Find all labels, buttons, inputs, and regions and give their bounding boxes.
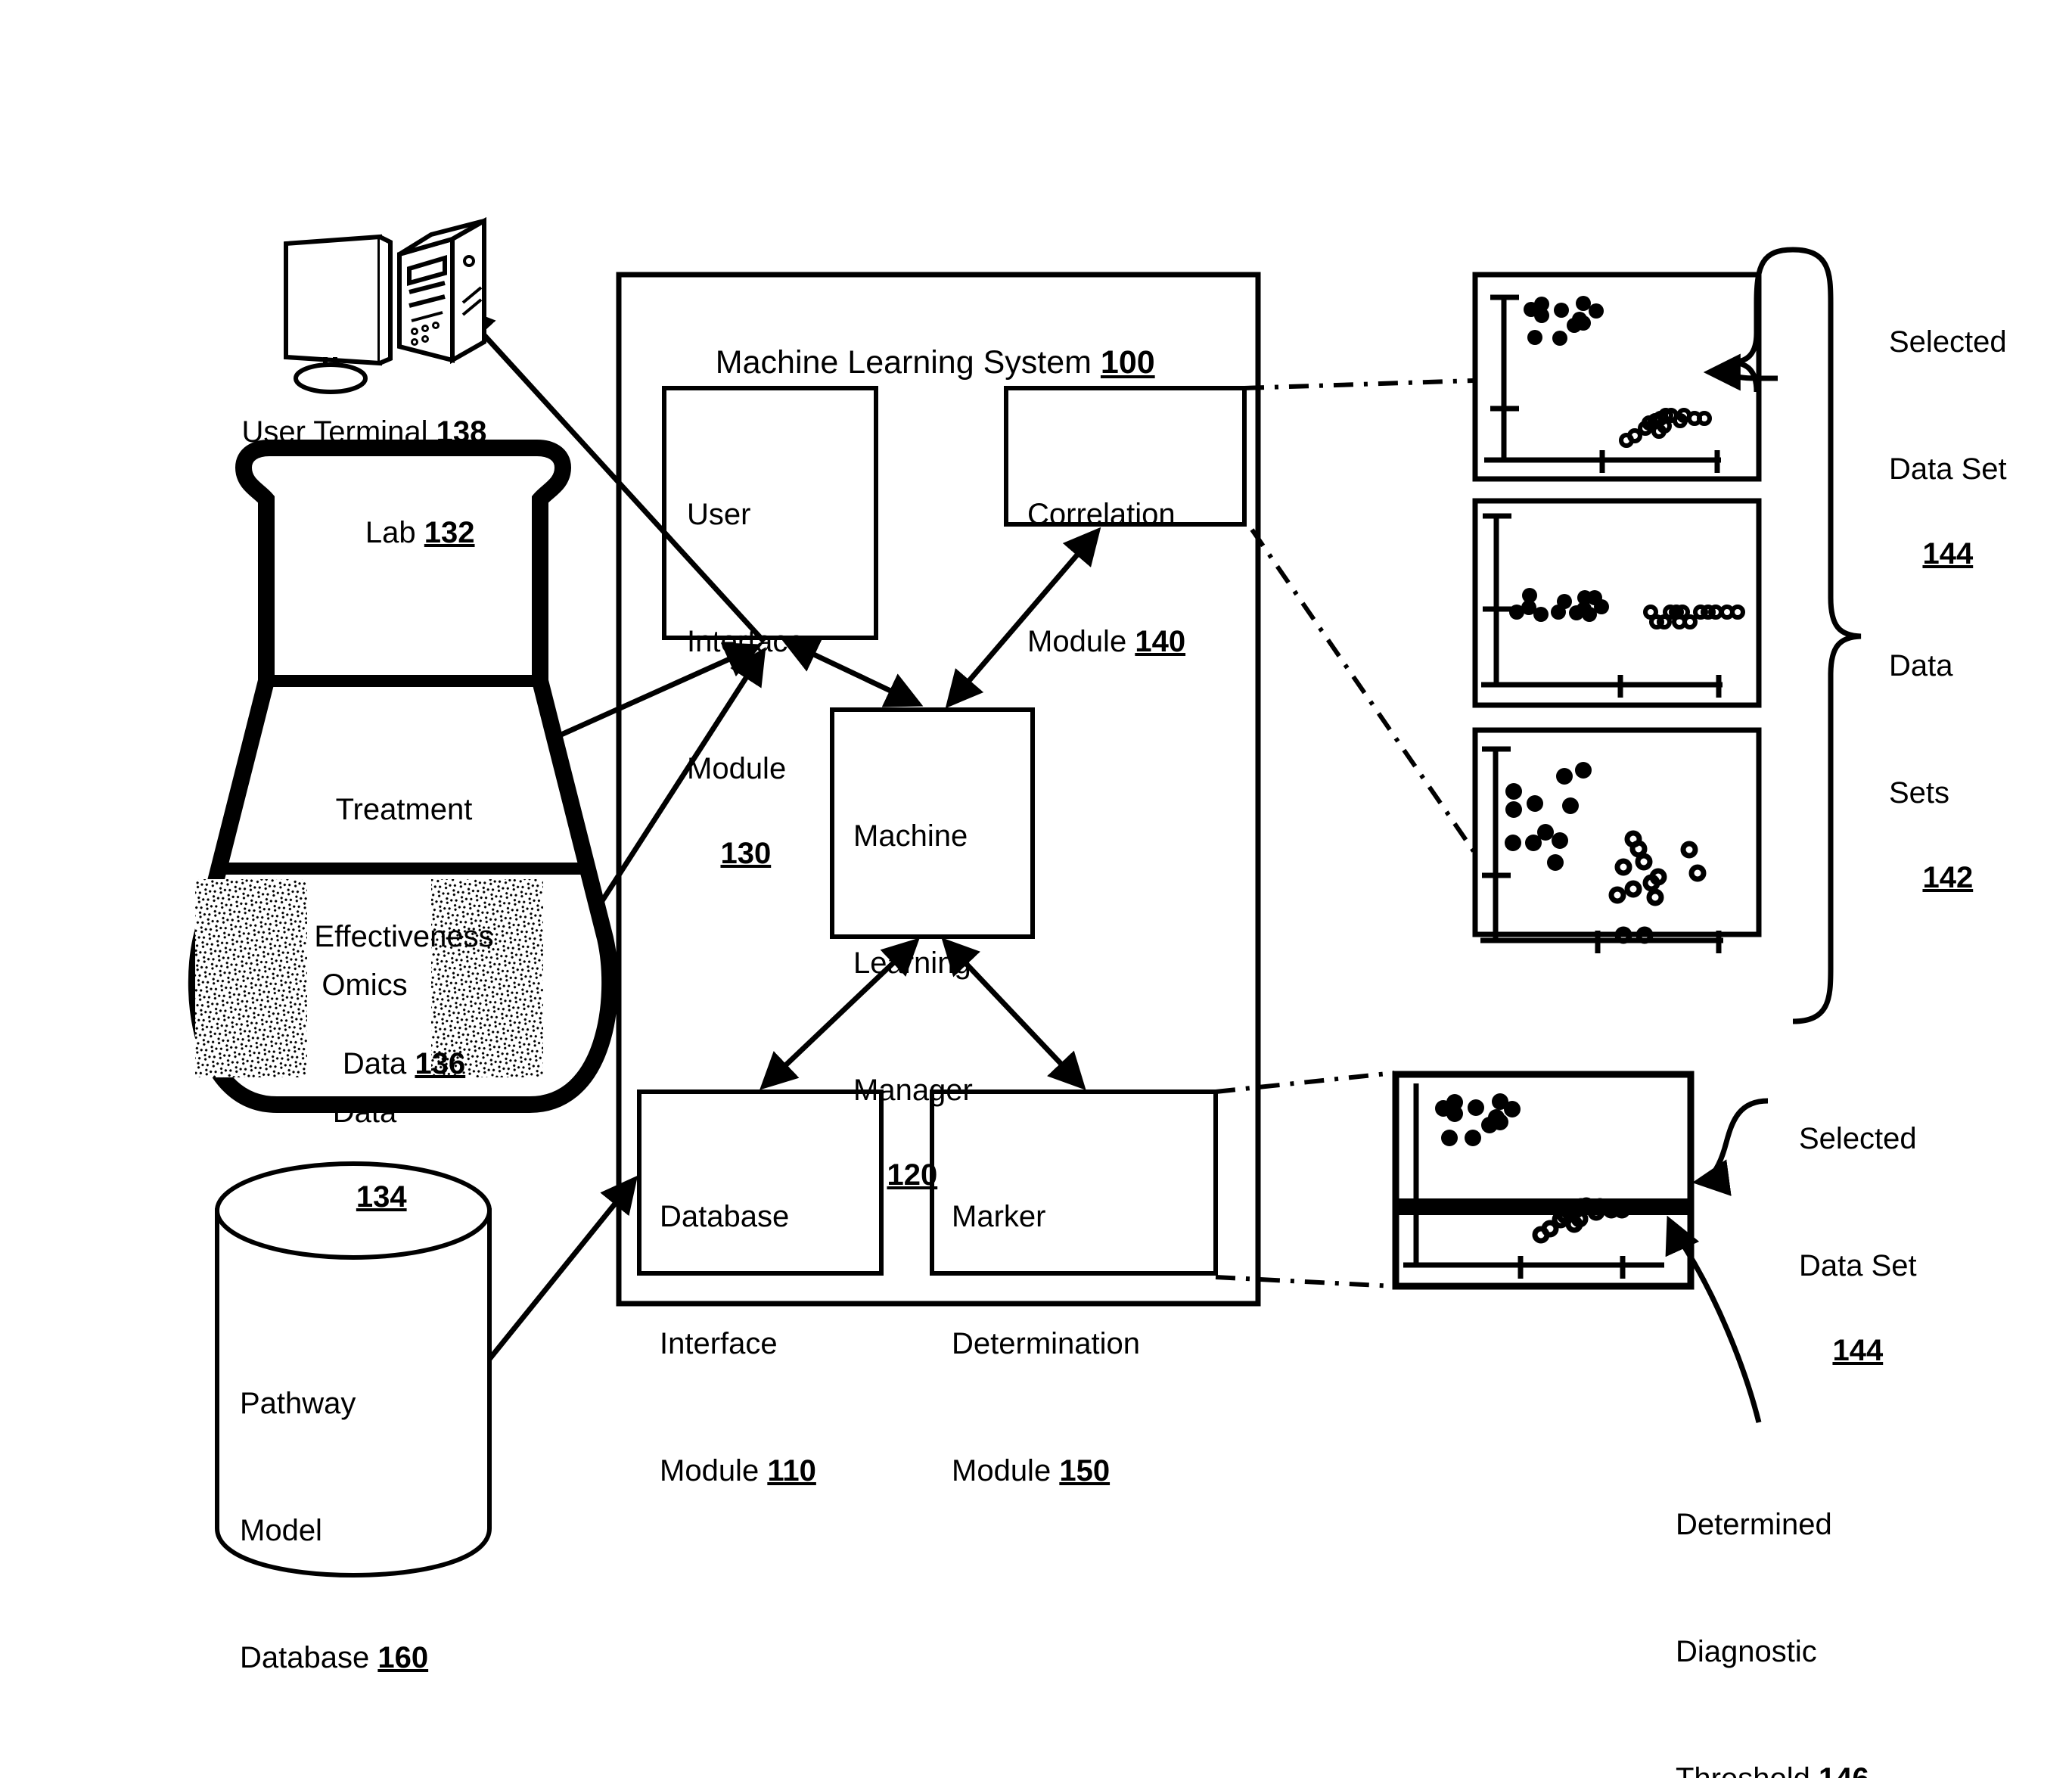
- user-terminal-text: User Terminal: [241, 415, 428, 449]
- omics-line1: Omics: [322, 968, 408, 1002]
- sds-bot-line2: Data Set: [1799, 1249, 1917, 1282]
- mlm-line2: Learning: [853, 947, 971, 980]
- ds-ref: 142: [1922, 861, 1974, 894]
- sds-top-line1: Selected: [1889, 325, 2007, 359]
- system-title-text: Machine Learning System: [715, 344, 1092, 381]
- mdm-line2: Determination: [952, 1327, 1141, 1360]
- pathway-model-database-label: Pathway Model Database 160: [240, 1298, 428, 1764]
- arrow-pathway-db-to-dbim: [482, 1175, 638, 1368]
- connector-corr-to-plot3: [1250, 528, 1476, 853]
- ds-line1: Data: [1889, 649, 1953, 682]
- pmd-line1: Pathway: [240, 1387, 356, 1420]
- lab-label: Lab 132: [266, 469, 540, 596]
- omics-ref: 134: [356, 1180, 407, 1214]
- ted-line1: Treatment: [335, 793, 473, 826]
- mlm-ref: 120: [887, 1158, 938, 1192]
- pmd-line3: Database: [240, 1641, 370, 1674]
- omics-data-label: Omics Data 134: [289, 879, 440, 1260]
- ddt-line2: Diagnostic: [1676, 1635, 1817, 1668]
- callout-selected-data-set-bottom: Selected Data Set 144: [1799, 1033, 1917, 1414]
- database-interface-module-label: Database Interface Module 110: [660, 1111, 816, 1577]
- mdm-line3-wrap: Module 150: [952, 1450, 1140, 1492]
- lab-text: Lab: [365, 516, 416, 549]
- arrow-uim-mlm: [781, 638, 924, 707]
- data-set-plot-2[interactable]: [1472, 498, 1762, 708]
- pmd-ref: 160: [377, 1641, 429, 1674]
- connector-corr-to-plot1: [1244, 378, 1474, 390]
- corr-ref: 140: [1135, 625, 1186, 658]
- connector-mdm-to-selplot-top: [1215, 1071, 1395, 1094]
- corr-line2-wrap: Module 140: [1027, 620, 1185, 663]
- sds-bot-line1: Selected: [1799, 1122, 1917, 1155]
- mdm-line3: Module: [952, 1454, 1052, 1487]
- mlm-line1: Machine: [853, 819, 968, 853]
- ds-line2: Sets: [1889, 776, 1950, 810]
- selected-data-set-plot[interactable]: [1392, 1071, 1695, 1290]
- dbim-line3-wrap: Module 110: [660, 1450, 816, 1492]
- ddt-line3-wrap: Threshold 146: [1676, 1758, 1869, 1778]
- uim-line1: User: [687, 498, 751, 531]
- sds-top-line2: Data Set: [1889, 452, 2007, 486]
- dbim-line1: Database: [660, 1200, 790, 1233]
- pmd-line2: Model: [240, 1514, 322, 1547]
- user-terminal-ref: 138: [436, 415, 487, 449]
- lab-ref: 132: [424, 516, 475, 549]
- brace-data-sets: [1792, 247, 1862, 1024]
- system-title: Machine Learning System 100: [679, 299, 1155, 426]
- ddt-line1: Determined: [1676, 1508, 1832, 1541]
- data-set-plot-1[interactable]: [1472, 272, 1762, 482]
- uim-line3: Module: [687, 752, 787, 785]
- mdm-ref: 150: [1059, 1454, 1111, 1487]
- desktop-computer-icon: [284, 216, 486, 394]
- mdm-line1: Marker: [952, 1200, 1046, 1233]
- data-set-plot-3[interactable]: [1472, 727, 1762, 953]
- uim-line2: Interface: [687, 625, 805, 658]
- system-title-ref: 100: [1100, 344, 1155, 381]
- dbim-line2: Interface: [660, 1327, 778, 1360]
- dbim-line3: Module: [660, 1454, 760, 1487]
- callout-data-sets: Data Sets 142: [1889, 560, 1973, 941]
- correlation-module-label: Correlation Module 140: [1027, 409, 1185, 748]
- ddt-line3: Threshold: [1676, 1762, 1810, 1778]
- dbim-ref: 110: [767, 1454, 816, 1487]
- marker-determination-module-label: Marker Determination Module 150: [952, 1111, 1140, 1577]
- sds-bot-ref: 144: [1832, 1334, 1884, 1367]
- callout-determined-diagnostic-threshold: Determined Diagnostic Threshold 146: [1676, 1419, 1869, 1778]
- pmd-line3-wrap: Database 160: [240, 1637, 428, 1679]
- connector-mdm-to-selplot-bottom: [1215, 1275, 1395, 1288]
- user-interface-module-label: User Interface Module 130: [687, 409, 805, 917]
- figure-canvas: Machine Learning System 100 User Interfa…: [0, 0, 2072, 1778]
- mlm-line3: Manager: [853, 1074, 973, 1107]
- omics-line2: Data: [332, 1096, 397, 1129]
- corr-line2: Module: [1027, 625, 1127, 658]
- corr-line1: Correlation: [1027, 498, 1176, 531]
- ddt-ref: 146: [1819, 1762, 1869, 1778]
- uim-ref: 130: [720, 837, 772, 870]
- diagnostic-threshold-bar: [1399, 1198, 1688, 1215]
- arrow-selected-bottom-to-plot: [1691, 1098, 1769, 1196]
